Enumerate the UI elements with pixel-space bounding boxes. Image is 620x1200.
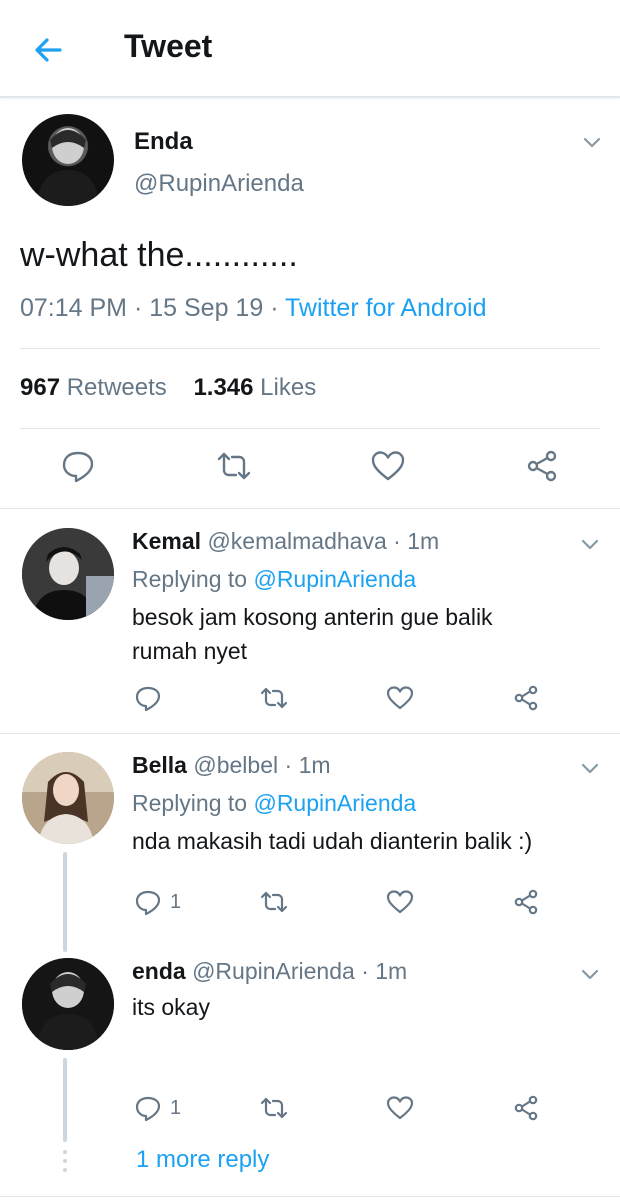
reply-icon[interactable] bbox=[134, 888, 162, 916]
avatar-image bbox=[22, 958, 114, 1050]
thread-connector bbox=[63, 852, 67, 952]
reply-text: besok jam kosong anterin gue balik rumah… bbox=[132, 600, 493, 668]
tweet-stats: 967 Retweets 1.346 Likes bbox=[20, 374, 316, 402]
likes-stat[interactable]: 1.346 Likes bbox=[193, 374, 316, 401]
avatar[interactable] bbox=[22, 528, 114, 620]
meta-separator: · bbox=[361, 958, 369, 984]
thread-connector bbox=[63, 1058, 67, 1142]
retweet-icon[interactable] bbox=[216, 448, 252, 484]
reply-text-line: nda makasih tadi udah dianterin balik :) bbox=[132, 828, 533, 854]
replying-to-prefix: Replying to bbox=[132, 790, 248, 816]
reply-text-line: rumah nyet bbox=[132, 638, 248, 664]
chevron-down-icon[interactable] bbox=[578, 962, 602, 986]
share-icon[interactable] bbox=[512, 1094, 540, 1122]
replying-to-mention[interactable]: @RupinArienda bbox=[253, 566, 416, 592]
reply-author-name: enda bbox=[132, 958, 186, 984]
reply-count: 1 bbox=[170, 891, 182, 913]
arrow-left-icon[interactable] bbox=[28, 30, 68, 70]
avatar-image bbox=[22, 528, 114, 620]
tweet-date: 15 Sep 19 bbox=[149, 294, 264, 322]
reply-text-line: besok jam kosong anterin gue balik bbox=[132, 604, 493, 630]
tweet-meta: 07:14 PM · 15 Sep 19 · Twitter for Andro… bbox=[20, 294, 487, 323]
reply-author-name: Bella bbox=[132, 752, 187, 778]
top-bar: Tweet bbox=[0, 0, 620, 98]
reply-count: 1 bbox=[170, 1097, 182, 1119]
retweet-icon[interactable] bbox=[260, 888, 288, 916]
share-icon[interactable] bbox=[512, 684, 540, 712]
tweet-time: 07:14 PM bbox=[20, 294, 128, 322]
meta-separator: · bbox=[270, 294, 286, 322]
replying-to: Replying to @RupinArienda bbox=[132, 566, 416, 593]
reply-text: nda makasih tadi udah dianterin balik :) bbox=[132, 824, 532, 858]
share-icon[interactable] bbox=[512, 888, 540, 916]
avatar-image bbox=[22, 752, 114, 844]
like-icon[interactable] bbox=[386, 1094, 414, 1122]
page-title: Tweet bbox=[124, 28, 213, 64]
more-replies-link[interactable]: 1 more reply bbox=[136, 1146, 269, 1174]
retweets-stat[interactable]: 967 Retweets bbox=[20, 374, 167, 401]
meta-separator: · bbox=[393, 528, 401, 554]
reply-time: 1m bbox=[298, 752, 331, 778]
chevron-down-icon[interactable] bbox=[578, 756, 602, 780]
avatar-image bbox=[36, 128, 100, 206]
replying-to-prefix: Replying to bbox=[132, 566, 248, 592]
reply-author[interactable]: Bella @belbel · 1m bbox=[132, 752, 331, 779]
replying-to-mention[interactable]: @RupinArienda bbox=[253, 790, 416, 816]
reply-author[interactable]: enda @RupinArienda · 1m bbox=[132, 958, 407, 985]
replying-to: Replying to @RupinArienda bbox=[132, 790, 416, 817]
tweet-source-link[interactable]: Twitter for Android bbox=[285, 294, 486, 322]
reply-icon[interactable] bbox=[60, 448, 96, 484]
reply-author-handle: @kemalmadhava bbox=[207, 528, 387, 554]
share-icon[interactable] bbox=[524, 448, 560, 484]
divider bbox=[0, 1196, 620, 1197]
reply-author-handle: @RupinArienda bbox=[192, 958, 355, 984]
avatar[interactable] bbox=[22, 958, 114, 1050]
reply-icon[interactable] bbox=[134, 684, 162, 712]
chevron-down-icon[interactable] bbox=[578, 532, 602, 556]
reply-author[interactable]: Kemal @kemalmadhava · 1m bbox=[132, 528, 439, 555]
divider bbox=[20, 348, 600, 349]
chevron-down-icon[interactable] bbox=[580, 130, 604, 154]
reply-author-name: Kemal bbox=[132, 528, 202, 554]
divider bbox=[20, 428, 600, 429]
like-icon[interactable] bbox=[370, 448, 406, 484]
author-name[interactable]: Enda bbox=[134, 128, 193, 156]
like-icon[interactable] bbox=[386, 684, 414, 712]
reply-text-line: its okay bbox=[132, 994, 210, 1020]
likes-count: 1.346 bbox=[193, 374, 254, 401]
meta-separator: · bbox=[284, 752, 293, 778]
reply-time: 1m bbox=[375, 958, 408, 984]
reply-icon[interactable] bbox=[134, 1094, 162, 1122]
divider bbox=[0, 733, 620, 734]
reply-time: 1m bbox=[407, 528, 440, 554]
like-icon[interactable] bbox=[386, 888, 414, 916]
retweet-icon[interactable] bbox=[260, 1094, 288, 1122]
retweet-icon[interactable] bbox=[260, 684, 288, 712]
thread-dots bbox=[62, 1150, 68, 1177]
tweet-text: w-what the............ bbox=[20, 236, 298, 274]
retweets-label: Retweets bbox=[66, 374, 167, 401]
reply-author-handle: @belbel bbox=[193, 752, 279, 778]
meta-separator: · bbox=[133, 294, 150, 322]
likes-label: Likes bbox=[260, 374, 317, 401]
author-handle[interactable]: @RupinArienda bbox=[134, 170, 304, 198]
retweets-count: 967 bbox=[20, 374, 61, 401]
divider bbox=[0, 508, 620, 509]
reply-text: its okay bbox=[132, 990, 210, 1024]
avatar[interactable] bbox=[22, 114, 114, 206]
avatar[interactable] bbox=[22, 752, 114, 844]
